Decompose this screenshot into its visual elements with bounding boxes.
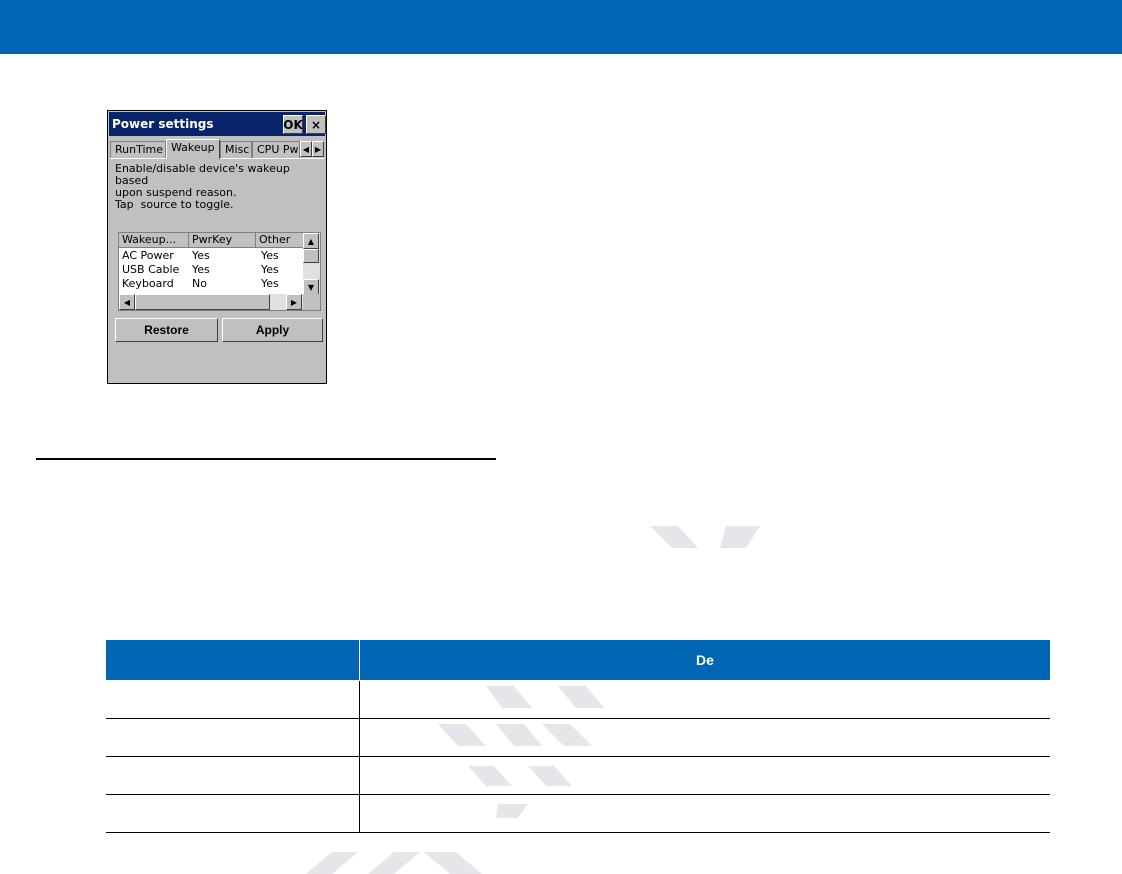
row-other[interactable]: Yes: [258, 263, 279, 277]
watermark: [306, 852, 482, 874]
section-rule: [36, 458, 496, 460]
table-column-divider: [359, 795, 360, 832]
tab-misc[interactable]: Misc: [220, 141, 252, 158]
tab-scroll-right-icon[interactable]: ▶: [312, 141, 324, 157]
description-column-header: De: [696, 652, 714, 668]
row-source[interactable]: Keyboard: [119, 277, 174, 291]
restore-button[interactable]: Restore: [115, 318, 218, 342]
wakeup-source-list[interactable]: Wakeup... PwrKey Other AC Power Yes Yes …: [118, 232, 321, 311]
table-column-divider: [359, 681, 360, 718]
vertical-scrollbar[interactable]: ▲ ▼: [303, 233, 320, 295]
power-settings-dialog: Power settings OK × RunTime Wakeup Misc …: [107, 110, 327, 384]
table-row: [106, 719, 1050, 757]
scrollbar-corner: [303, 294, 320, 310]
row-other[interactable]: Yes: [258, 249, 279, 263]
table-row: [106, 681, 1050, 719]
tab-scroll-left-icon[interactable]: ◀: [300, 141, 312, 157]
scroll-up-icon[interactable]: ▲: [303, 233, 319, 249]
row-other[interactable]: Yes: [258, 277, 279, 291]
row-source[interactable]: USB Cable: [119, 263, 179, 277]
column-header-other[interactable]: Other: [256, 233, 304, 248]
scroll-right-icon[interactable]: ▶: [286, 294, 302, 310]
dialog-title-bar: Power settings OK ×: [109, 112, 326, 136]
row-source[interactable]: AC Power: [119, 249, 174, 263]
scroll-down-icon[interactable]: ▼: [303, 279, 319, 295]
column-header-pwrkey[interactable]: PwrKey: [189, 233, 256, 248]
horizontal-scroll-thumb[interactable]: [135, 294, 270, 310]
row-pwrkey[interactable]: Yes: [189, 263, 210, 277]
table-row: [106, 795, 1050, 833]
table-column-divider: [359, 719, 360, 756]
dialog-title: Power settings: [112, 117, 214, 131]
row-pwrkey[interactable]: Yes: [189, 249, 210, 263]
wakeup-description: Enable/disable device's wakeup based upo…: [115, 163, 320, 211]
apply-button[interactable]: Apply: [222, 318, 323, 342]
close-icon[interactable]: ×: [306, 115, 326, 134]
tab-runtime[interactable]: RunTime: [110, 141, 166, 158]
vertical-scroll-thumb[interactable]: [303, 249, 319, 263]
watermark: [650, 526, 760, 548]
horizontal-scrollbar[interactable]: ◀ ▶: [119, 294, 304, 310]
description-line: Enable/disable device's wakeup based: [115, 162, 290, 187]
tab-strip: RunTime Wakeup Misc CPU Pwr ◀ ▶: [110, 139, 324, 159]
column-header-wakeup[interactable]: Wakeup...: [119, 233, 189, 248]
scroll-left-icon[interactable]: ◀: [119, 294, 135, 310]
table-column-divider: [359, 757, 360, 794]
table-row: [106, 757, 1050, 795]
ok-button[interactable]: OK: [283, 115, 303, 134]
row-pwrkey[interactable]: No: [189, 277, 207, 291]
table-header: De: [106, 640, 1050, 680]
tab-wakeup[interactable]: Wakeup: [166, 139, 220, 159]
tab-cpu-pwr[interactable]: CPU Pwr: [252, 141, 300, 158]
top-banner: [0, 0, 1122, 54]
description-line: Tap source to toggle.: [115, 198, 234, 211]
